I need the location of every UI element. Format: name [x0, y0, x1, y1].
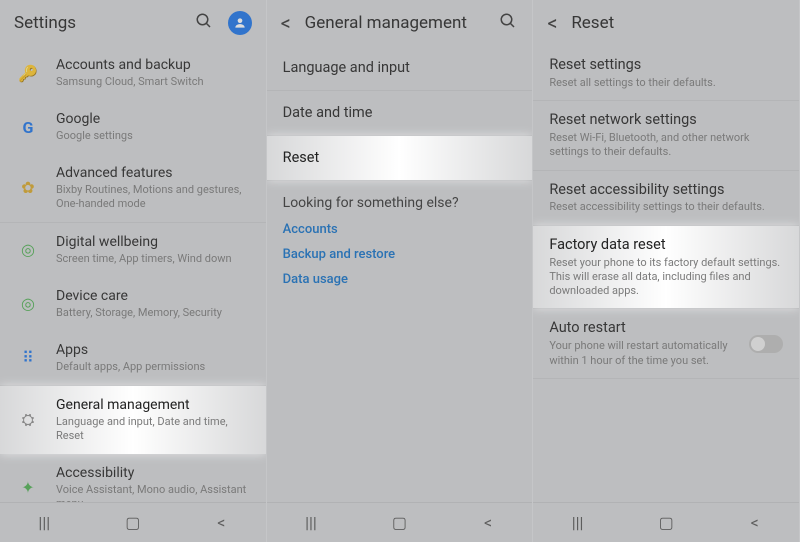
reset-header: < Reset — [533, 0, 799, 46]
gm-item-title: Language and input — [283, 59, 410, 78]
reset-item-sub: Reset all settings to their defaults. — [549, 76, 783, 90]
reset-item-title: Reset settings — [549, 56, 783, 75]
settings-panel: Settings 🔑 Accounts and backupSamsung Clo… — [0, 0, 267, 542]
settings-item-sub: Language and input, Date and time, Reset — [56, 415, 252, 444]
reset-item[interactable]: Factory data resetReset your phone to it… — [533, 226, 799, 309]
profile-avatar[interactable] — [228, 11, 252, 35]
nav-recent[interactable]: ||| — [286, 513, 336, 532]
nav-bar: ||| ▢ < — [0, 502, 266, 542]
settings-item-sub: Default apps, App permissions — [56, 360, 252, 374]
reset-item-title: Reset network settings — [549, 111, 783, 130]
settings-item[interactable]: ⠿ AppsDefault apps, App permissions — [0, 331, 266, 385]
settings-item-icon: ◎ — [14, 290, 42, 318]
suggestion-link[interactable]: Data usage — [267, 267, 533, 292]
settings-item-sub: Screen time, App timers, Wind down — [56, 252, 252, 266]
settings-item-icon: ⠿ — [14, 344, 42, 372]
general-management-panel: < General management Language and input D… — [267, 0, 534, 542]
reset-item-title: Reset accessibility settings — [549, 181, 783, 200]
settings-item-icon: G — [14, 113, 42, 141]
reset-item[interactable]: Reset network settingsReset Wi-Fi, Bluet… — [533, 101, 799, 169]
settings-item[interactable]: ◎ Device careBattery, Storage, Memory, Se… — [0, 277, 266, 331]
reset-item-sub: Reset your phone to its factory default … — [549, 256, 783, 299]
gm-item-title: Reset — [283, 149, 320, 168]
back-icon[interactable]: < — [281, 11, 305, 35]
reset-item-title: Auto restart — [549, 319, 739, 338]
settings-item-title: Accounts and backup — [56, 56, 252, 74]
settings-item-icon: ✦ — [14, 473, 42, 501]
gm-item[interactable]: Reset — [267, 136, 533, 180]
settings-item-icon: ✿ — [14, 174, 42, 202]
settings-item[interactable]: ◎ Digital wellbeingScreen time, App timer… — [0, 223, 266, 277]
reset-list: Reset settingsReset all settings to thei… — [533, 46, 799, 502]
settings-item[interactable]: 🔑 Accounts and backupSamsung Cloud, Smart… — [0, 46, 266, 100]
reset-item-title: Factory data reset — [549, 236, 783, 255]
reset-item[interactable]: Reset settingsReset all settings to thei… — [533, 46, 799, 100]
settings-item-sub: Samsung Cloud, Smart Switch — [56, 75, 252, 89]
settings-item-sub: Bixby Routines, Motions and gestures, On… — [56, 183, 252, 212]
nav-recent[interactable]: ||| — [19, 513, 69, 532]
settings-item-title: Advanced features — [56, 164, 252, 182]
nav-back[interactable]: < — [730, 513, 780, 532]
settings-item-title: Google — [56, 110, 252, 128]
nav-back[interactable]: < — [196, 513, 246, 532]
settings-item-sub: Google settings — [56, 129, 252, 143]
settings-item-title: General management — [56, 396, 252, 414]
settings-item[interactable]: ✿ Advanced featuresBixby Routines, Motion… — [0, 154, 266, 222]
settings-item[interactable]: ⛭ General managementLanguage and input, D… — [0, 386, 266, 454]
nav-home[interactable]: ▢ — [374, 513, 424, 532]
nav-home[interactable]: ▢ — [108, 513, 158, 532]
search-icon[interactable] — [194, 12, 214, 35]
reset-item-sub: Reset accessibility settings to their de… — [549, 200, 783, 214]
reset-item[interactable]: Auto restartYour phone will restart auto… — [533, 309, 799, 377]
settings-item-title: Apps — [56, 341, 252, 359]
gm-list: Language and input Date and time Reset Look… — [267, 46, 533, 502]
settings-title: Settings — [14, 13, 194, 33]
settings-item[interactable]: G GoogleGoogle settings — [0, 100, 266, 154]
suggestion-link[interactable]: Accounts — [267, 217, 533, 242]
reset-item-sub: Reset Wi-Fi, Bluetooth, and other networ… — [549, 131, 783, 160]
nav-back[interactable]: < — [463, 513, 513, 532]
settings-list: 🔑 Accounts and backupSamsung Cloud, Smart… — [0, 46, 266, 502]
settings-header: Settings — [0, 0, 266, 46]
looking-label: Looking for something else? — [267, 181, 533, 217]
reset-title: Reset — [571, 13, 785, 33]
reset-item[interactable]: Reset accessibility settingsReset access… — [533, 171, 799, 225]
settings-item-title: Accessibility — [56, 464, 252, 482]
reset-item-sub: Your phone will restart automatically wi… — [549, 339, 739, 368]
settings-item-sub: Battery, Storage, Memory, Security — [56, 306, 252, 320]
nav-bar: ||| ▢ < — [533, 502, 799, 542]
settings-item-title: Digital wellbeing — [56, 233, 252, 251]
settings-item-icon: ◎ — [14, 236, 42, 264]
auto-restart-toggle[interactable] — [749, 335, 783, 353]
suggestion-link[interactable]: Backup and restore — [267, 242, 533, 267]
settings-item[interactable]: ✦ AccessibilityVoice Assistant, Mono audi… — [0, 454, 266, 502]
back-icon[interactable]: < — [547, 11, 571, 35]
reset-panel: < Reset Reset settingsReset all settings… — [533, 0, 800, 542]
nav-home[interactable]: ▢ — [641, 513, 691, 532]
nav-bar: ||| ▢ < — [267, 502, 533, 542]
gm-item[interactable]: Date and time — [267, 91, 533, 135]
gm-title: General management — [305, 13, 499, 33]
settings-item-sub: Voice Assistant, Mono audio, Assistant m… — [56, 483, 252, 502]
settings-item-title: Device care — [56, 287, 252, 305]
search-icon[interactable] — [498, 12, 518, 35]
nav-recent[interactable]: ||| — [553, 513, 603, 532]
settings-item-icon: 🔑 — [14, 59, 42, 87]
settings-item-icon: ⛭ — [14, 406, 42, 434]
gm-item-title: Date and time — [283, 104, 373, 123]
gm-item[interactable]: Language and input — [267, 46, 533, 90]
gm-header: < General management — [267, 0, 533, 46]
